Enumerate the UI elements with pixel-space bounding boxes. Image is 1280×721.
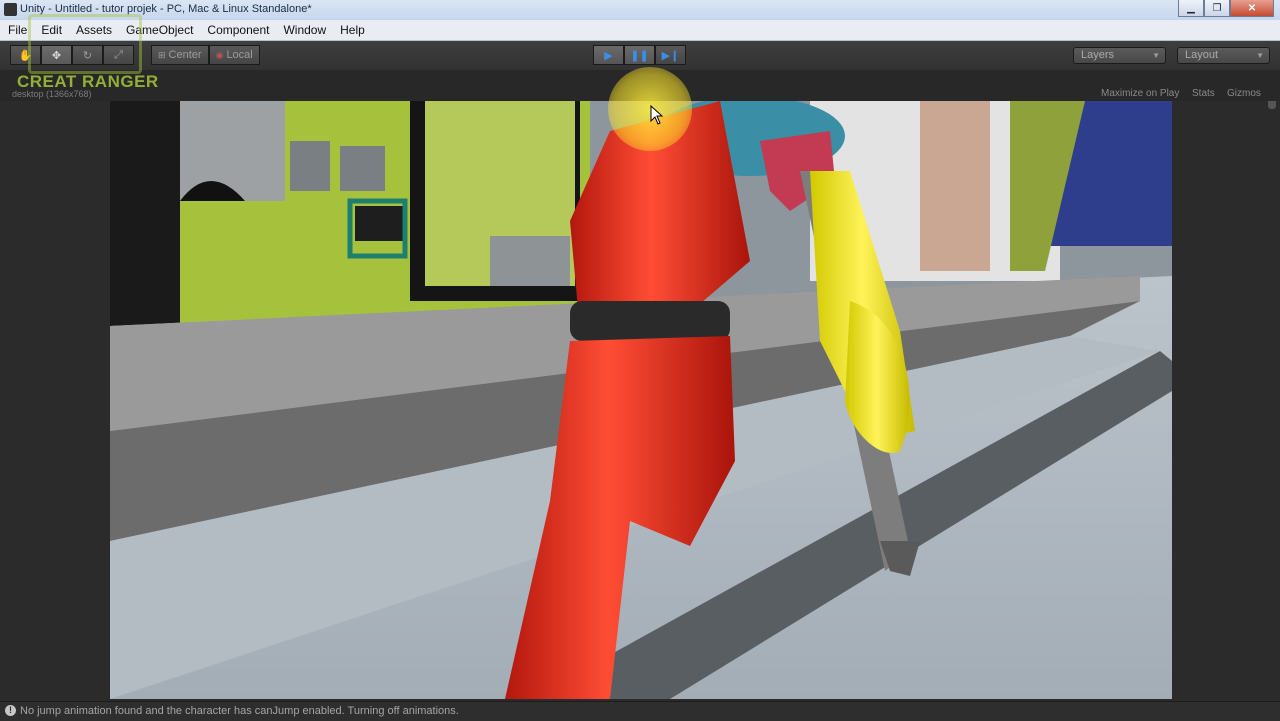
close-icon[interactable]: ✕ — [1230, 0, 1274, 17]
play-icon[interactable]: ▶ — [593, 45, 624, 65]
layers-label: Layers — [1081, 49, 1115, 61]
toolbar: ✋ ✥ ↻ ⤢ ⊞ Center ◉ Local ▶ ❚❚ ▶❙ Layers … — [0, 41, 1280, 109]
restore-icon[interactable]: ❐ — [1204, 0, 1230, 17]
info-icon: ! — [5, 705, 16, 716]
layout-label: Layout — [1185, 49, 1219, 61]
step-icon[interactable]: ▶❙ — [655, 45, 686, 65]
dark-pillar — [110, 101, 180, 326]
character-belt — [570, 301, 730, 341]
unity-app-icon — [4, 3, 17, 16]
pivot-icon: ⊞ — [158, 49, 166, 60]
resolution-dropdown[interactable]: desktop (1366x768) — [12, 89, 92, 99]
gizmos-toggle[interactable]: Gizmos — [1227, 88, 1261, 99]
game-scene — [110, 101, 1172, 699]
pivot-local-button[interactable]: ◉ Local — [208, 45, 260, 65]
window-controls: ▁ ❐ ✕ — [1178, 0, 1274, 18]
status-message: No jump animation found and the characte… — [20, 705, 459, 717]
console-status-bar[interactable]: ! No jump animation found and the charac… — [0, 701, 1280, 721]
pivot-center-button[interactable]: ⊞ Center — [151, 45, 209, 65]
chevron-down-icon: ▼ — [1152, 51, 1160, 60]
title-bar: Unity - Untitled - tutor projek - PC, Ma… — [0, 0, 1280, 21]
menu-bar: File Edit Assets GameObject Component Wi… — [0, 20, 1280, 41]
maximize-on-play-toggle[interactable]: Maximize on Play — [1101, 88, 1179, 99]
layers-dropdown[interactable]: Layers ▼ — [1073, 47, 1166, 64]
pivot-label: Center — [168, 49, 202, 61]
layout-dropdown[interactable]: Layout ▼ — [1177, 47, 1270, 64]
space-label: Local — [226, 49, 253, 61]
game-view-header — [0, 70, 1280, 101]
local-space-icon: ◉ — [215, 49, 224, 60]
game-viewport[interactable] — [110, 101, 1172, 699]
minimize-icon[interactable]: ▁ — [1178, 0, 1204, 17]
menu-help[interactable]: Help — [333, 20, 372, 40]
menu-window[interactable]: Window — [276, 20, 333, 40]
chair — [355, 206, 405, 241]
stats-toggle[interactable]: Stats — [1192, 88, 1215, 99]
menu-component[interactable]: Component — [200, 20, 276, 40]
pause-icon[interactable]: ❚❚ — [624, 45, 655, 65]
chevron-down-icon: ▼ — [1256, 51, 1264, 60]
pivot-tools: ⊞ Center ◉ Local — [151, 45, 260, 65]
watermark-logo — [28, 14, 142, 74]
playback-controls: ▶ ❚❚ ▶❙ — [593, 45, 686, 65]
